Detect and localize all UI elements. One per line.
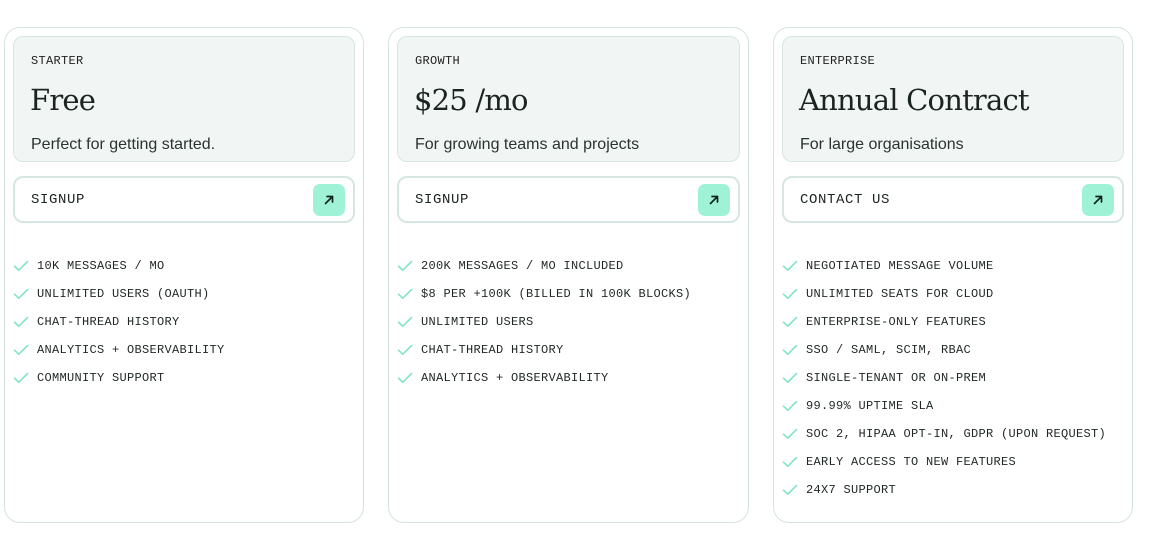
check-icon bbox=[13, 260, 37, 272]
feature-item: EARLY ACCESS TO NEW FEATURES bbox=[782, 448, 1106, 476]
check-icon bbox=[397, 372, 421, 384]
feature-item: 10K MESSAGES / MO bbox=[13, 252, 225, 280]
check-icon bbox=[13, 344, 37, 356]
check-icon bbox=[13, 316, 37, 328]
plan-description: Perfect for getting started. bbox=[31, 136, 216, 153]
cta-label: SIGNUP bbox=[31, 192, 86, 208]
arrow-up-right-icon bbox=[313, 184, 345, 216]
feature-item: SINGLE-TENANT OR ON-PREM bbox=[782, 364, 1106, 392]
feature-list: 200K MESSAGES / MO INCLUDED $8 PER +100K… bbox=[397, 252, 691, 392]
feature-item: UNLIMITED USERS (OAUTH) bbox=[13, 280, 225, 308]
check-icon bbox=[782, 288, 806, 300]
feature-text: CHAT-THREAD HISTORY bbox=[37, 315, 180, 329]
plan-card-starter: STARTER Free Perfect for getting started… bbox=[4, 27, 364, 523]
feature-text: $8 PER +100K (BILLED IN 100K BLOCKS) bbox=[421, 287, 692, 301]
check-icon bbox=[782, 400, 806, 412]
signup-button[interactable]: SIGNUP bbox=[13, 176, 355, 223]
check-icon bbox=[782, 484, 806, 496]
feature-list: 10K MESSAGES / MO UNLIMITED USERS (OAUTH… bbox=[13, 252, 225, 392]
plan-price: $25 /mo bbox=[414, 83, 529, 117]
feature-text: 24X7 SUPPORT bbox=[806, 483, 897, 497]
feature-item: NEGOTIATED MESSAGE VOLUME bbox=[782, 252, 1106, 280]
feature-item: ENTERPRISE-ONLY FEATURES bbox=[782, 308, 1106, 336]
check-icon bbox=[782, 344, 806, 356]
arrow-up-right-icon bbox=[1082, 184, 1114, 216]
check-icon bbox=[397, 288, 421, 300]
check-icon bbox=[782, 456, 806, 468]
check-icon bbox=[782, 260, 806, 272]
check-icon bbox=[13, 372, 37, 384]
plan-price: Annual Contract bbox=[799, 83, 1030, 117]
check-icon bbox=[782, 428, 806, 440]
feature-text: 200K MESSAGES / MO INCLUDED bbox=[421, 259, 624, 273]
check-icon bbox=[397, 260, 421, 272]
plan-tier: GROWTH bbox=[415, 54, 461, 68]
check-icon bbox=[397, 344, 421, 356]
plan-card-growth: GROWTH $25 /mo For growing teams and pro… bbox=[388, 27, 749, 523]
feature-text: ENTERPRISE-ONLY FEATURES bbox=[806, 315, 987, 329]
feature-item: UNLIMITED SEATS FOR CLOUD bbox=[782, 280, 1106, 308]
feature-text: SINGLE-TENANT OR ON-PREM bbox=[806, 371, 987, 385]
feature-item: 99.99% UPTIME SLA bbox=[782, 392, 1106, 420]
feature-text: ANALYTICS + OBSERVABILITY bbox=[37, 343, 225, 357]
feature-item: ANALYTICS + OBSERVABILITY bbox=[397, 364, 691, 392]
plan-tier: STARTER bbox=[31, 54, 84, 68]
check-icon bbox=[782, 372, 806, 384]
feature-text: ANALYTICS + OBSERVABILITY bbox=[421, 371, 609, 385]
feature-item: SSO / SAML, SCIM, RBAC bbox=[782, 336, 1106, 364]
feature-item: SOC 2, HIPAA OPT-IN, GDPR (UPON REQUEST) bbox=[782, 420, 1106, 448]
plan-tier: ENTERPRISE bbox=[800, 54, 876, 68]
contact-us-button[interactable]: CONTACT US bbox=[782, 176, 1124, 223]
feature-item: CHAT-THREAD HISTORY bbox=[13, 308, 225, 336]
plan-header: GROWTH $25 /mo For growing teams and pro… bbox=[397, 36, 740, 162]
arrow-up-right-icon bbox=[698, 184, 730, 216]
signup-button[interactable]: SIGNUP bbox=[397, 176, 740, 223]
feature-item: COMMUNITY SUPPORT bbox=[13, 364, 225, 392]
feature-text: UNLIMITED SEATS FOR CLOUD bbox=[806, 287, 994, 301]
feature-text: EARLY ACCESS TO NEW FEATURES bbox=[806, 455, 1017, 469]
feature-item: CHAT-THREAD HISTORY bbox=[397, 336, 691, 364]
plan-header: ENTERPRISE Annual Contract For large org… bbox=[782, 36, 1124, 162]
feature-text: 99.99% UPTIME SLA bbox=[806, 399, 934, 413]
check-icon bbox=[397, 316, 421, 328]
feature-item: UNLIMITED USERS bbox=[397, 308, 691, 336]
feature-item: 200K MESSAGES / MO INCLUDED bbox=[397, 252, 691, 280]
feature-text: NEGOTIATED MESSAGE VOLUME bbox=[806, 259, 994, 273]
plan-header: STARTER Free Perfect for getting started… bbox=[13, 36, 355, 162]
feature-text: SSO / SAML, SCIM, RBAC bbox=[806, 343, 972, 357]
feature-text: SOC 2, HIPAA OPT-IN, GDPR (UPON REQUEST) bbox=[806, 427, 1107, 441]
plan-card-enterprise: ENTERPRISE Annual Contract For large org… bbox=[773, 27, 1133, 523]
check-icon bbox=[782, 316, 806, 328]
plan-description: For growing teams and projects bbox=[415, 136, 640, 153]
cta-label: CONTACT US bbox=[800, 192, 891, 208]
feature-item: $8 PER +100K (BILLED IN 100K BLOCKS) bbox=[397, 280, 691, 308]
feature-text: UNLIMITED USERS (OAUTH) bbox=[37, 287, 210, 301]
feature-item: 24X7 SUPPORT bbox=[782, 476, 1106, 504]
plan-price: Free bbox=[30, 83, 96, 117]
check-icon bbox=[13, 288, 37, 300]
feature-text: COMMUNITY SUPPORT bbox=[37, 371, 165, 385]
feature-text: CHAT-THREAD HISTORY bbox=[421, 343, 564, 357]
cta-label: SIGNUP bbox=[415, 192, 470, 208]
feature-list: NEGOTIATED MESSAGE VOLUME UNLIMITED SEAT… bbox=[782, 252, 1106, 504]
plan-description: For large organisations bbox=[800, 136, 964, 153]
feature-text: UNLIMITED USERS bbox=[421, 315, 534, 329]
feature-text: 10K MESSAGES / MO bbox=[37, 259, 165, 273]
feature-item: ANALYTICS + OBSERVABILITY bbox=[13, 336, 225, 364]
